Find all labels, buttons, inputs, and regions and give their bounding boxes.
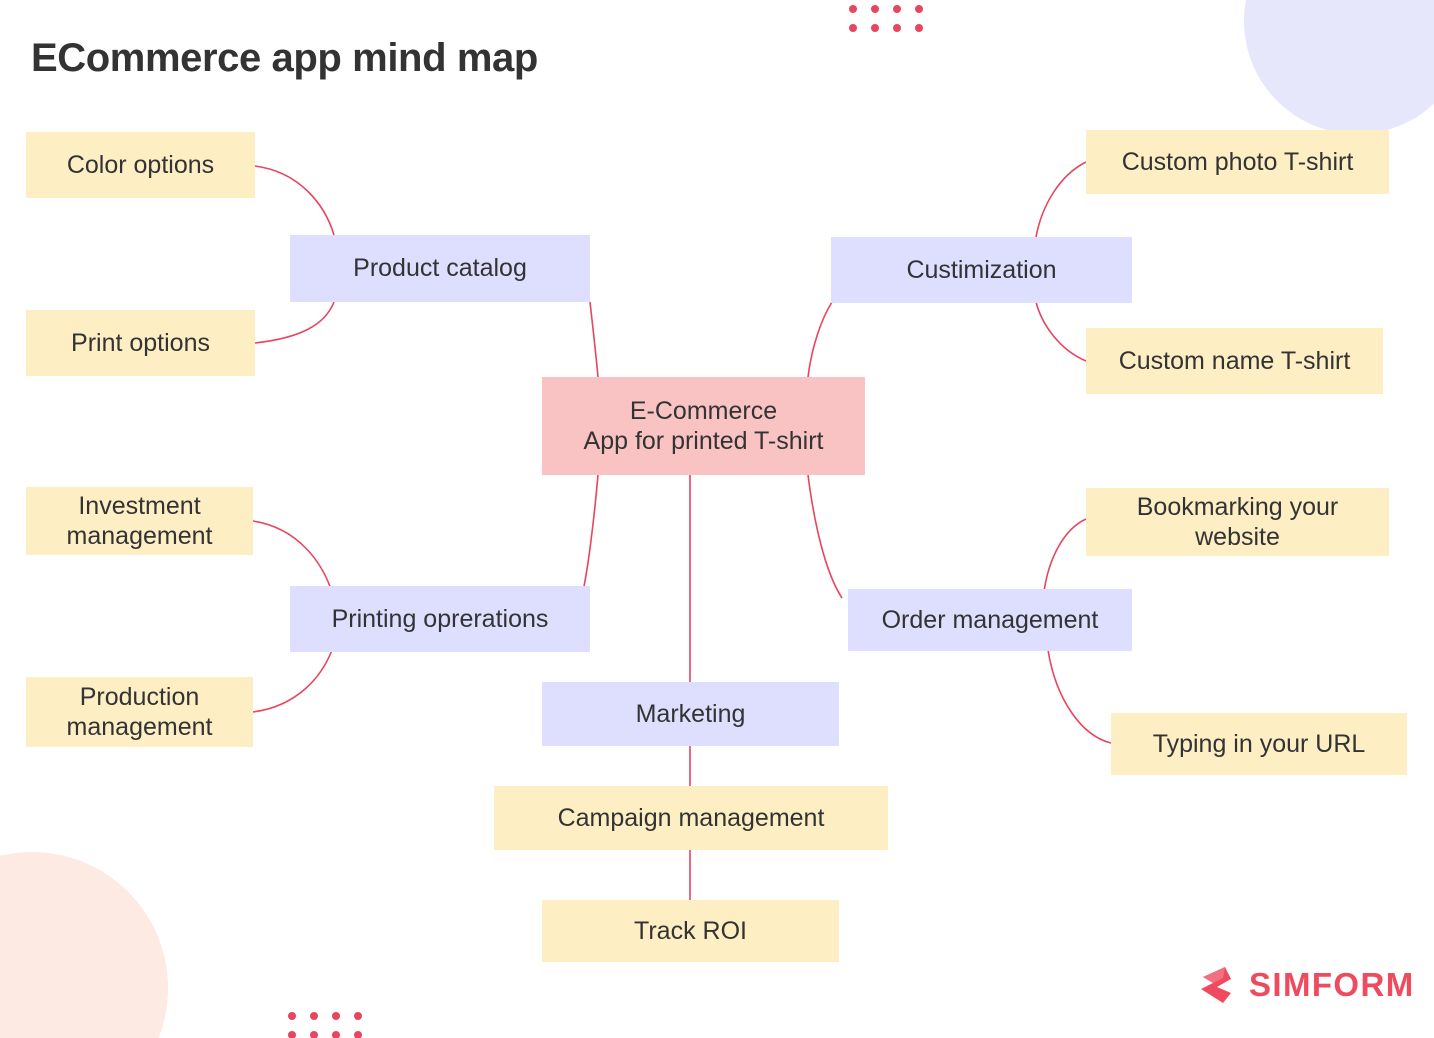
node-custom-name-tshirt[interactable]: Custom name T-shirt (1086, 328, 1383, 394)
node-bookmarking-your-website-label: Bookmarking your website (1136, 492, 1339, 551)
decorative-circle-top-right (1244, 0, 1434, 134)
node-order-management[interactable]: Order management (848, 589, 1132, 651)
node-color-options[interactable]: Color options (26, 132, 255, 198)
simform-logo-text: SIMFORM (1249, 966, 1415, 1003)
node-track-roi[interactable]: Track ROI (542, 900, 839, 962)
edge-root-custimization (807, 301, 833, 378)
node-campaign-management-label: Campaign management (557, 803, 825, 832)
node-root[interactable]: E-Commerce App for printed T-shirt (542, 377, 865, 475)
node-custom-photo-tshirt[interactable]: Custom photo T-shirt (1086, 130, 1389, 194)
node-campaign-management[interactable]: Campaign management (494, 786, 888, 850)
edge-order-typing-url (1047, 649, 1112, 744)
node-root-line2: App for printed T-shirt (583, 427, 824, 455)
node-marketing-label: Marketing (635, 699, 746, 728)
edge-custimization-custom-photo (1035, 161, 1087, 238)
simform-logo: SIMFORM (1193, 963, 1415, 1007)
edge-printing-investment (252, 520, 333, 593)
node-bookmarking-your-website[interactable]: Bookmarking your website (1086, 488, 1389, 556)
edge-root-printing-oprerations (581, 474, 599, 597)
node-custom-photo-tshirt-label: Custom photo T-shirt (1121, 147, 1354, 176)
node-order-management-label: Order management (881, 605, 1099, 634)
node-marketing[interactable]: Marketing (542, 682, 839, 746)
node-product-catalog[interactable]: Product catalog (290, 235, 590, 302)
node-printing-oprerations-label: Printing oprerations (331, 604, 549, 633)
edge-root-product-catalog (589, 301, 599, 378)
dot-grid-icon-bottom (288, 1012, 362, 1038)
node-custimization[interactable]: Custimization (831, 237, 1132, 303)
node-color-options-label: Color options (66, 150, 215, 179)
node-track-roi-label: Track ROI (634, 916, 747, 945)
dot-grid-icon-top (849, 5, 923, 32)
edge-product-catalog-color-options (254, 165, 335, 236)
node-production-management[interactable]: Production management (26, 677, 253, 747)
node-custimization-label: Custimization (906, 255, 1057, 284)
node-root-line1: E-Commerce (629, 396, 778, 425)
edge-product-catalog-print-options (254, 301, 335, 344)
mind-map-canvas: ECommerce app mind map E-Commerce App fo… (0, 0, 1434, 1038)
node-print-options-label: Print options (71, 328, 210, 357)
node-investment-management[interactable]: Investment management (26, 487, 253, 555)
node-custom-name-tshirt-label: Custom name T-shirt (1118, 346, 1351, 375)
node-product-catalog-label: Product catalog (353, 254, 527, 283)
node-production-management-label: Production management (66, 682, 213, 741)
page-title: ECommerce app mind map (31, 36, 538, 80)
node-typing-in-your-url[interactable]: Typing in your URL (1111, 713, 1407, 775)
node-investment-management-label: Investment management (66, 491, 213, 550)
simform-logo-icon (1201, 967, 1231, 1003)
decorative-circle-bottom-left (0, 852, 168, 1038)
edge-root-order-management (807, 474, 843, 599)
edge-custimization-custom-name (1035, 301, 1087, 362)
node-print-options[interactable]: Print options (26, 310, 255, 376)
edge-printing-production (252, 649, 333, 713)
edge-order-bookmarking (1043, 518, 1087, 593)
node-typing-in-your-url-label: Typing in your URL (1152, 729, 1366, 758)
node-printing-oprerations[interactable]: Printing oprerations (290, 586, 590, 652)
